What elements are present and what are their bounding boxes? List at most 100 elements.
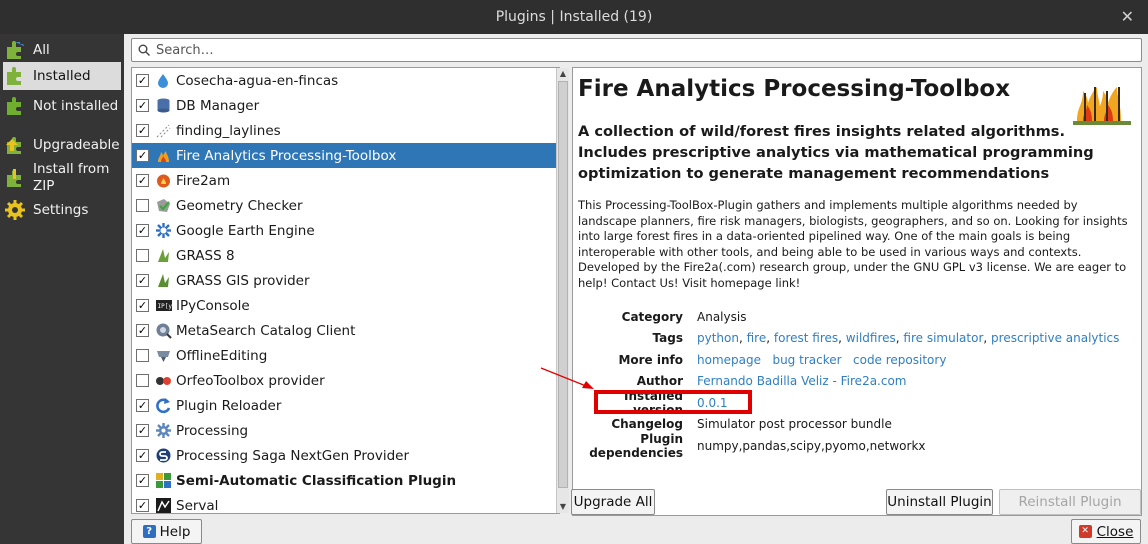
plugin-row-saga-nextgen[interactable]: ✓ Processing Saga NextGen Provider — [132, 443, 559, 468]
sidebar-item-installed[interactable]: Installed — [3, 62, 121, 90]
plugin-checkbox[interactable] — [136, 349, 149, 362]
meta-dependencies: Plugin dependencies numpy,pandas,scipy,p… — [589, 431, 926, 460]
plugin-summary: A collection of wild/forest fires insigh… — [578, 123, 1094, 182]
help-button[interactable]: ? Help — [131, 519, 202, 544]
plugin-checkbox[interactable]: ✓ — [136, 474, 149, 487]
uninstall-plugin-button[interactable]: Uninstall Plugin — [886, 489, 993, 515]
plugin-name: GRASS GIS provider — [176, 272, 310, 289]
sidebar-item-settings[interactable]: Settings — [0, 198, 124, 222]
plugin-checkbox[interactable]: ✓ — [136, 274, 149, 287]
plugin-list[interactable]: ✓ Cosecha-agua-en-fincas ✓ DB Manager ✓ … — [131, 67, 560, 514]
plugin-description: This Processing-ToolBox-Plugin gathers a… — [578, 198, 1128, 290]
plugin-checkbox[interactable] — [136, 199, 149, 212]
installed-version-highlight — [594, 390, 752, 414]
plugin-checkbox[interactable]: ✓ — [136, 499, 149, 512]
window-title: Plugins | Installed (19) — [495, 9, 653, 25]
sidebar-item-label: Installed — [33, 67, 91, 84]
meta-more-info: More info homepage bug tracker code repo… — [618, 352, 947, 367]
plugin-checkbox[interactable]: ✓ — [136, 99, 149, 112]
sidebar-item-not-installed[interactable]: Not installed — [0, 92, 124, 120]
tag-link[interactable]: prescriptive analytics — [991, 331, 1119, 345]
orfeo-toolbox-icon — [155, 372, 172, 389]
puzzle-not-installed-icon — [4, 95, 26, 117]
plugin-checkbox[interactable]: ✓ — [136, 299, 149, 312]
sidebar-item-upgradeable[interactable]: Upgradeable — [0, 133, 124, 157]
plugin-checkbox[interactable]: ✓ — [136, 224, 149, 237]
grass-gis-icon — [155, 272, 172, 289]
scroll-down-icon[interactable]: ▼ — [557, 501, 569, 513]
bug-tracker-link[interactable]: bug tracker — [772, 353, 841, 367]
plugin-row-orfeotoolbox[interactable]: OrfeoToolbox provider — [132, 368, 559, 393]
tag-link[interactable]: wildfires — [846, 331, 896, 345]
meta-category: Category Analysis — [621, 309, 747, 324]
close-button[interactable]: ✕ Close — [1071, 519, 1141, 544]
plugin-row-metasearch[interactable]: ✓ MetaSearch Catalog Client — [132, 318, 559, 343]
plugin-checkbox[interactable]: ✓ — [136, 149, 149, 162]
window-close-icon[interactable]: ✕ — [1121, 0, 1134, 34]
plugin-checkbox[interactable] — [136, 374, 149, 387]
plugin-row-google-earth-engine[interactable]: ✓ Google Earth Engine — [132, 218, 559, 243]
metasearch-globe-icon — [155, 322, 172, 339]
close-icon: ✕ — [1078, 525, 1092, 538]
plugin-row-ipyconsole[interactable]: ✓ IP[y] IPyConsole — [132, 293, 559, 318]
reinstall-plugin-button[interactable]: Reinstall Plugin — [999, 489, 1141, 515]
help-icon: ? — [142, 525, 156, 538]
plugin-name: Cosecha-agua-en-fincas — [176, 72, 339, 89]
category-value: Analysis — [697, 309, 747, 324]
author-link[interactable]: Fernando Badilla Veliz - Fire2a.com — [697, 374, 907, 388]
tag-link[interactable]: fire — [747, 331, 767, 345]
plugin-row-db-manager[interactable]: ✓ DB Manager — [132, 93, 559, 118]
console-icon: IP[y] — [155, 297, 172, 314]
scroll-thumb[interactable] — [558, 81, 568, 488]
plugin-metadata: Category Analysis Tags python, fire, for… — [578, 306, 1119, 460]
plugin-row-fire-analytics[interactable]: ✓ Fire Analytics Processing-Toolbox — [132, 143, 559, 168]
plugin-row-grass-gis-provider[interactable]: ✓ GRASS GIS provider — [132, 268, 559, 293]
plugin-row-cosecha[interactable]: ✓ Cosecha-agua-en-fincas — [132, 68, 559, 93]
plugin-row-processing[interactable]: ✓ Processing — [132, 418, 559, 443]
sidebar: All Installed Not installed Upgradeable … — [0, 34, 124, 544]
plugin-row-serval[interactable]: ✓ Serval — [132, 493, 559, 513]
tag-link[interactable]: fire simulator — [903, 331, 983, 345]
plugin-row-geometry-checker[interactable]: Geometry Checker — [132, 193, 559, 218]
classification-grid-icon — [155, 472, 172, 489]
plugin-name: finding_laylines — [176, 122, 281, 139]
close-label: Close — [1096, 523, 1134, 540]
upgrade-all-button[interactable]: Upgrade All — [571, 489, 655, 515]
plugin-row-semi-automatic-classification[interactable]: ✓ Semi-Automatic Classification Plugin — [132, 468, 559, 493]
tag-link[interactable]: python — [697, 331, 739, 345]
plugin-row-plugin-reloader[interactable]: ✓ Plugin Reloader — [132, 393, 559, 418]
plugin-row-grass8[interactable]: GRASS 8 — [132, 243, 559, 268]
plugin-list-scrollbar[interactable]: ▲ ▼ — [556, 68, 569, 513]
plugin-checkbox[interactable]: ✓ — [136, 399, 149, 412]
sidebar-item-install-zip[interactable]: Install from ZIP — [0, 160, 124, 196]
plugin-row-finding-laylines[interactable]: ✓ finding_laylines — [132, 118, 559, 143]
plugin-name: Geometry Checker — [176, 197, 303, 214]
water-drop-icon — [155, 72, 172, 89]
plugin-name: Plugin Reloader — [176, 397, 282, 414]
plugin-checkbox[interactable]: ✓ — [136, 324, 149, 337]
plugin-row-offline-editing[interactable]: OfflineEditing — [132, 343, 559, 368]
search-box[interactable] — [131, 38, 1142, 62]
plugin-checkbox[interactable]: ✓ — [136, 74, 149, 87]
plugin-checkbox[interactable] — [136, 249, 149, 262]
plugin-row-fire2am[interactable]: ✓ Fire2am — [132, 168, 559, 193]
offline-editing-icon — [155, 347, 172, 364]
sidebar-item-all[interactable]: All — [0, 38, 124, 62]
plugin-checkbox[interactable]: ✓ — [136, 174, 149, 187]
grass-icon — [155, 247, 172, 264]
sidebar-item-label: Install from ZIP — [33, 161, 110, 194]
plugin-name: OfflineEditing — [176, 347, 268, 364]
svg-text:IP[y]: IP[y] — [158, 303, 173, 310]
scroll-up-icon[interactable]: ▲ — [557, 68, 569, 80]
code-repository-link[interactable]: code repository — [853, 353, 946, 367]
gear-icon — [4, 199, 26, 221]
tag-link[interactable]: forest fires — [774, 331, 838, 345]
plugin-checkbox[interactable]: ✓ — [136, 124, 149, 137]
plugin-checkbox[interactable]: ✓ — [136, 449, 149, 462]
plugin-checkbox[interactable]: ✓ — [136, 424, 149, 437]
flame-icon — [155, 172, 172, 189]
search-icon — [138, 44, 150, 56]
homepage-link[interactable]: homepage — [697, 353, 761, 367]
search-input[interactable] — [156, 42, 1106, 58]
serval-cat-icon — [155, 497, 172, 513]
